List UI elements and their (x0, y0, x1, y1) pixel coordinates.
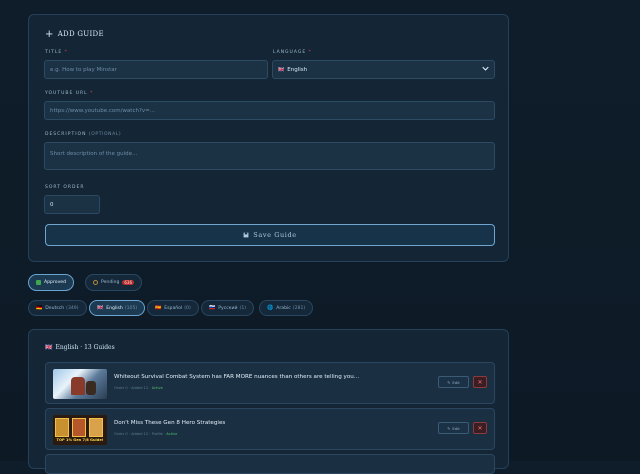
edit-button[interactable]: ✎ Edit (438, 422, 469, 434)
clock-icon (93, 280, 98, 285)
flag-icon: 🇪🇸 (155, 305, 162, 311)
status-active: Active (166, 432, 178, 436)
sort-order-input[interactable]: 0 (44, 195, 100, 214)
delete-button[interactable]: ✕ (473, 422, 487, 434)
thumbnail-caption: TOP 1% Gen 7/8 Guide! (56, 438, 104, 442)
flag-icon: 🇬🇧 (278, 66, 285, 73)
lang-filter-english[interactable]: 🇬🇧 English (105) (89, 300, 146, 316)
description-label: DESCRIPTION (OPTIONAL) (45, 132, 122, 137)
guide-row[interactable]: TOP 1% Gen 7/8 Guide! Don't Miss These G… (45, 408, 495, 450)
globe-icon: 🌐 (267, 305, 274, 311)
close-icon: ✕ (477, 424, 483, 432)
flag-icon: 🇬🇧 (45, 344, 53, 351)
lang-filter-arabic[interactable]: 🌐 Arabic (281) (259, 300, 314, 316)
guide-title: Don't Miss These Gen 8 Hero Strategies (114, 420, 226, 426)
filter-approved[interactable]: Approved (28, 274, 75, 291)
flag-icon: 🇷🇺 (209, 305, 216, 311)
close-icon: ✕ (477, 378, 483, 386)
lang-filter-espanol[interactable]: 🇪🇸 Español (0) (147, 300, 199, 316)
save-guide-button[interactable]: Save Guide (45, 224, 495, 246)
guides-list-heading: 🇬🇧 English · 13 Guides (45, 344, 115, 351)
title-label: TITLE * (45, 50, 68, 55)
pending-count-badge: 636 (122, 280, 135, 285)
edit-button[interactable]: ✎ Edit (438, 376, 469, 388)
language-select[interactable]: 🇬🇧 English (272, 60, 495, 79)
filter-pending[interactable]: Pending 636 (85, 274, 143, 291)
video-thumbnail: TOP 1% Gen 7/8 Guide! (53, 415, 107, 445)
sort-order-label: SORT ORDER (45, 185, 85, 190)
description-textarea[interactable]: Short description of the guide... (44, 142, 495, 170)
youtube-url-input[interactable]: https://www.youtube.com/watch?v=... (44, 101, 495, 120)
youtube-label: YOUTUBE URL * (45, 91, 94, 96)
guide-row[interactable] (45, 454, 495, 474)
guide-meta: Order 0 · Added 12 · Active (114, 386, 163, 390)
lang-filter-deutsch[interactable]: 🇩🇪 Deutsch (349) (28, 300, 87, 316)
status-active: Active (151, 386, 163, 390)
flag-icon: 🇩🇪 (36, 305, 43, 311)
language-label: LANGUAGE * (273, 50, 312, 55)
floppy-disk-icon (243, 232, 249, 238)
video-thumbnail (53, 369, 107, 399)
add-guide-heading: + ADD GUIDE (45, 29, 104, 40)
pencil-icon: ✎ (447, 379, 451, 385)
delete-button[interactable]: ✕ (473, 376, 487, 388)
guide-meta: Order 0 · Added 12 · Profile · Active (114, 432, 178, 436)
guide-row[interactable]: Whiteout Survival Combat System has FAR … (45, 362, 495, 404)
flag-icon: 🇬🇧 (97, 305, 104, 311)
pencil-icon: ✎ (447, 425, 451, 431)
checkbox-icon (36, 280, 41, 285)
lang-filter-russian[interactable]: 🇷🇺 Русский (1) (201, 300, 255, 316)
add-guide-card: + ADD GUIDE TITLE * e.g. How to play Mins… (28, 14, 509, 262)
title-input[interactable]: e.g. How to play Minstar (44, 60, 268, 79)
guides-list-card: 🇬🇧 English · 13 Guides Whiteout Survival … (28, 329, 509, 474)
plus-icon: + (45, 29, 54, 40)
guide-title: Whiteout Survival Combat System has FAR … (114, 374, 360, 380)
chevron-down-icon (482, 66, 489, 71)
